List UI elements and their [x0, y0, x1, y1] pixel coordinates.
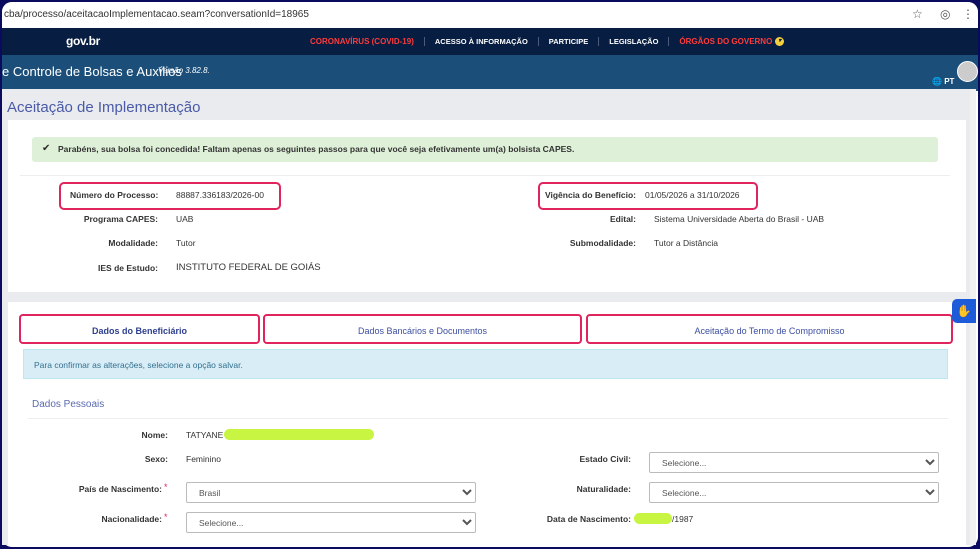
gov-bar: gov.br CORONAVÍRUS (COVID-19) ACESSO À I… — [2, 28, 978, 55]
edital-value: Sistema Universidade Aberta do Brasil - … — [654, 214, 825, 224]
required-mark: * — [164, 512, 168, 522]
page-title: Aceitação de Implementação — [7, 99, 201, 116]
nome-value: TATYANE I — [186, 430, 229, 440]
app-version: Versão 3.82.8. — [158, 66, 210, 75]
gov-link-legislacao[interactable]: LEGISLAÇÃO — [598, 37, 668, 46]
gov-link-acesso[interactable]: ACESSO À INFORMAÇÃO — [423, 37, 538, 46]
tab-dados-bancarios[interactable]: Dados Bancários e Documentos — [263, 314, 582, 344]
data-nascimento-label: Data de Nascimento: — [546, 514, 631, 524]
avatar[interactable] — [957, 61, 978, 82]
redaction-mark — [224, 429, 374, 440]
sexo-label: Sexo: — [144, 454, 168, 464]
programa-label: Programa CAPES: — [83, 214, 158, 224]
app-title: e Controle de Bolsas e Auxílios — [2, 64, 182, 79]
tab-termo-compromisso[interactable]: Aceitação do Termo de Compromisso — [586, 314, 953, 344]
tab-dados-beneficiario[interactable]: Dados do Beneficiário — [19, 314, 260, 344]
nacionalidade-select[interactable]: Selecione... — [186, 512, 476, 533]
section-title: Dados Pessoais — [32, 399, 105, 410]
required-mark: * — [164, 482, 168, 492]
url-text[interactable]: cba/processo/aceitacaoImplementacao.seam… — [4, 9, 309, 20]
govbr-logo[interactable]: gov.br — [66, 34, 100, 48]
modalidade-label: Modalidade: — [108, 238, 158, 248]
gov-link-participe[interactable]: PARTICIPE — [537, 37, 598, 46]
accessibility-hand-icon[interactable]: ✋ — [952, 299, 976, 323]
programa-value: UAB — [176, 214, 194, 224]
profile-icon[interactable]: ◎ — [940, 7, 950, 21]
app-header: e Controle de Bolsas e Auxílios Versão 3… — [2, 55, 978, 91]
star-icon[interactable]: ☆ — [912, 7, 923, 21]
submodalidade-label: Submodalidade: — [569, 238, 636, 248]
browser-address-bar: cba/processo/aceitacaoImplementacao.seam… — [2, 2, 978, 29]
kebab-menu-icon[interactable]: ⋮ — [962, 7, 974, 21]
success-alert: ✔ Parabéns, sua bolsa foi concedida! Fal… — [32, 137, 938, 162]
pais-nascimento-select[interactable]: Brasil — [186, 482, 476, 503]
check-icon: ✔ — [42, 143, 51, 154]
submodalidade-value: Tutor a Distância — [654, 238, 718, 248]
divider — [20, 175, 950, 176]
nacionalidade-label: Nacionalidade: — [101, 514, 162, 524]
numero-processo-value: 88887.336183/2026-00 — [176, 190, 264, 200]
edital-label: Edital: — [610, 214, 636, 224]
pais-nascimento-label: País de Nascimento: — [78, 484, 162, 494]
globe-icon: 🌐 — [932, 77, 942, 86]
gov-link-covid[interactable]: CORONAVÍRUS (COVID-19) — [300, 37, 424, 46]
section-divider — [28, 418, 948, 419]
gov-links: CORONAVÍRUS (COVID-19) ACESSO À INFORMAÇ… — [300, 28, 794, 55]
chevron-down-icon: ▾ — [775, 37, 785, 47]
language-selector[interactable]: 🌐 PT — [932, 77, 954, 86]
vigencia-value: 01/05/2026 a 31/10/2026 — [645, 190, 740, 200]
ies-label: IES de Estudo: — [98, 263, 158, 273]
vigencia-label: Vigência do Benefício: — [544, 190, 636, 200]
info-message: Para confirmar as alterações, selecione … — [34, 360, 243, 370]
sexo-value: Feminino — [186, 454, 221, 464]
info-alert: Para confirmar as alterações, selecione … — [23, 349, 948, 379]
gov-link-orgaos[interactable]: ÓRGÃOS DO GOVERNO ▾ — [668, 36, 794, 47]
ies-value: INSTITUTO FEDERAL DE GOIÁS — [176, 262, 321, 273]
gov-link-orgaos-label: ÓRGÃOS DO GOVERNO — [679, 36, 773, 46]
nome-label: Nome: — [141, 430, 168, 440]
naturalidade-select[interactable]: Selecione... — [649, 482, 939, 503]
redaction-mark — [634, 513, 672, 524]
data-nascimento-value: /1987 — [672, 514, 694, 524]
estado-civil-label: Estado Civil: — [579, 454, 631, 464]
numero-processo-label: Número do Processo: — [70, 190, 159, 200]
estado-civil-select[interactable]: Selecione... — [649, 452, 939, 473]
language-label: PT — [944, 77, 955, 86]
modalidade-value: Tutor — [176, 238, 196, 248]
success-message: Parabéns, sua bolsa foi concedida! Falta… — [58, 144, 575, 154]
naturalidade-label: Naturalidade: — [576, 484, 631, 494]
